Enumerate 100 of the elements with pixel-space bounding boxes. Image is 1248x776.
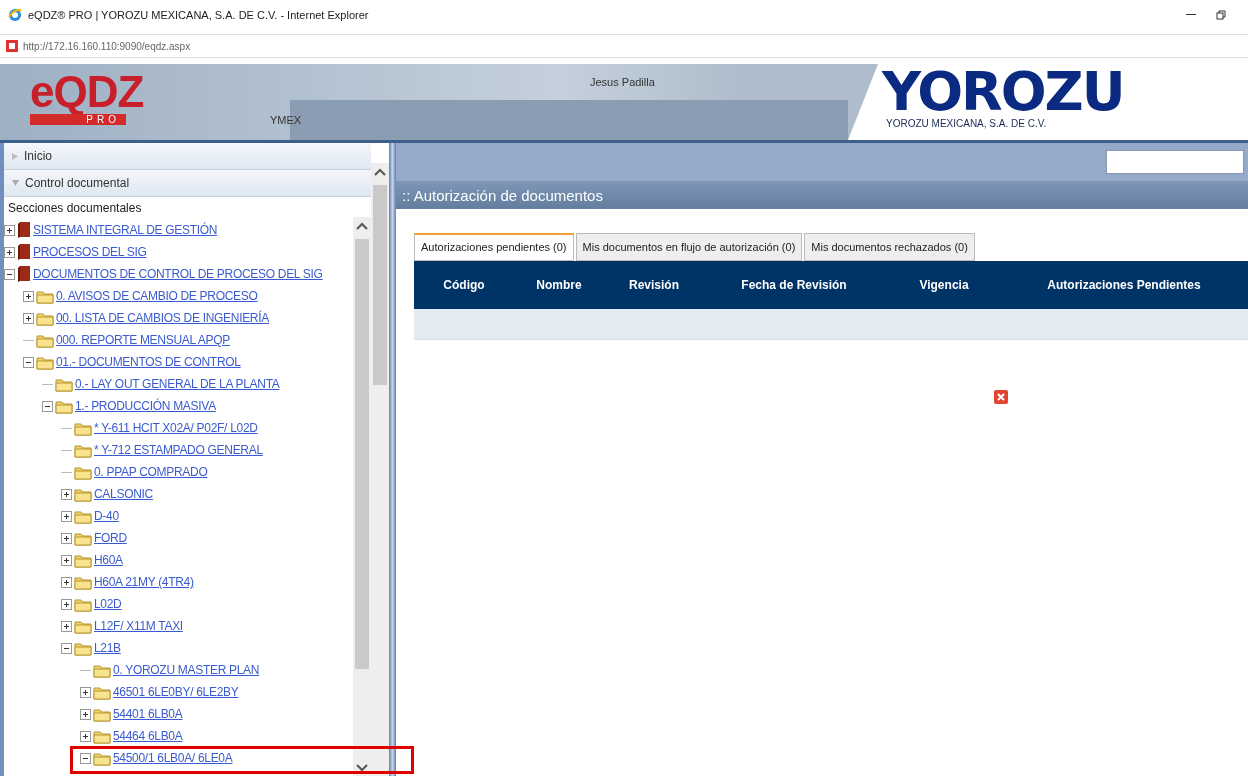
expand-icon[interactable] bbox=[80, 686, 91, 698]
tree-link[interactable]: H60A 21MY (4TR4) bbox=[94, 575, 194, 589]
tree-link[interactable]: 54401 6LB0A bbox=[113, 707, 183, 721]
expand-icon[interactable] bbox=[61, 510, 72, 522]
collapse-icon[interactable] bbox=[80, 752, 91, 764]
scroll-down-button[interactable] bbox=[356, 764, 368, 772]
collapse-icon[interactable] bbox=[23, 356, 34, 368]
expand-icon[interactable] bbox=[61, 620, 72, 632]
section-subtitle: Secciones documentales bbox=[8, 201, 142, 215]
folder-icon bbox=[36, 310, 54, 326]
triangle-down-icon bbox=[12, 180, 19, 186]
tree-link[interactable]: L02D bbox=[94, 597, 122, 611]
tab[interactable]: Mis documentos en flujo de autorización (0) bbox=[575, 233, 803, 261]
book-icon bbox=[17, 221, 31, 239]
accordion-header[interactable]: Control documental bbox=[4, 170, 371, 197]
book-icon bbox=[17, 265, 31, 283]
column-header: Revisión bbox=[628, 278, 680, 292]
folder-icon bbox=[36, 332, 54, 348]
tree-link[interactable]: PROCESOS DEL SIG bbox=[33, 245, 147, 259]
folder-icon bbox=[74, 552, 92, 568]
tree-link[interactable]: CALSONIC bbox=[94, 487, 153, 501]
search-field[interactable] bbox=[1106, 150, 1244, 174]
folder-icon bbox=[93, 750, 111, 766]
restore-button[interactable] bbox=[1216, 10, 1226, 20]
expand-icon[interactable] bbox=[80, 730, 91, 742]
tree-link[interactable]: FORD bbox=[94, 531, 127, 545]
browser-icon bbox=[8, 8, 22, 22]
tab[interactable]: Mis documentos rechazados (0) bbox=[804, 233, 975, 261]
folder-icon bbox=[55, 398, 73, 414]
tree-link[interactable]: 1.- PRODUCCIÓN MASIVA bbox=[75, 399, 216, 413]
scroll-up-button[interactable] bbox=[356, 222, 368, 230]
tree-link[interactable]: D-40 bbox=[94, 509, 119, 523]
book-icon bbox=[17, 243, 31, 261]
folder-icon bbox=[93, 662, 111, 678]
column-header: Nombre bbox=[535, 278, 583, 292]
scrollbar[interactable] bbox=[353, 217, 371, 776]
folder-icon bbox=[74, 574, 92, 590]
folder-icon bbox=[93, 706, 111, 722]
folder-icon bbox=[74, 420, 92, 436]
triangle-right-icon bbox=[12, 152, 18, 160]
tree-link[interactable]: 00. LISTA DE CAMBIOS DE INGENIERÍA bbox=[56, 311, 269, 325]
collapse-icon[interactable] bbox=[42, 400, 53, 412]
tree-link[interactable]: DOCUMENTOS DE CONTROL DE PROCESO DEL SIG bbox=[33, 267, 323, 281]
address-field[interactable]: http://172.16.160.110:9090/eqdz.aspx bbox=[23, 40, 191, 52]
folder-icon bbox=[55, 376, 73, 392]
folder-icon bbox=[36, 354, 54, 370]
expand-icon[interactable] bbox=[80, 708, 91, 720]
column-header: Autorizaciones Pendientes bbox=[1046, 278, 1202, 292]
accordion-header[interactable]: Inicio bbox=[4, 143, 371, 170]
tree-link[interactable]: L12F/ X11M TAXI bbox=[94, 619, 183, 633]
panel-title: :: Autorización de documentos bbox=[402, 186, 603, 204]
folder-icon bbox=[93, 684, 111, 700]
company-logo: YOROZU bbox=[880, 66, 1125, 118]
folder-icon bbox=[93, 728, 111, 744]
page-icon bbox=[6, 40, 18, 52]
tree-link[interactable]: 46501 6LE0BY/ 6LE2BY bbox=[113, 685, 239, 699]
tree-link[interactable]: 0.- LAY OUT GENERAL DE LA PLANTA bbox=[75, 377, 280, 391]
expand-icon[interactable] bbox=[23, 290, 34, 302]
tree-link[interactable]: 0. AVISOS DE CAMBIO DE PROCESO bbox=[56, 289, 258, 303]
folder-icon bbox=[74, 508, 92, 524]
folder-icon bbox=[74, 464, 92, 480]
tree-link[interactable]: 0. PPAP COMPRADO bbox=[94, 465, 208, 479]
error-icon bbox=[994, 390, 1008, 404]
tree-link[interactable]: 000. REPORTE MENSUAL APQP bbox=[56, 333, 230, 347]
expand-icon[interactable] bbox=[61, 598, 72, 610]
app-logo: eQDZ bbox=[30, 70, 145, 114]
tree-link[interactable]: * Y-712 ESTAMPADO GENERAL bbox=[94, 443, 263, 457]
column-header: Fecha de Revisión bbox=[740, 278, 848, 292]
tree-link[interactable]: H60A bbox=[94, 553, 123, 567]
tree-link[interactable]: 54464 6LB0A bbox=[113, 729, 183, 743]
tree-link[interactable]: * Y-611 HCIT X02A/ P02F/ L02D bbox=[94, 421, 258, 435]
folder-icon bbox=[74, 596, 92, 612]
scrollbar[interactable] bbox=[371, 163, 389, 776]
tab[interactable]: Autorizaciones pendientes (0) bbox=[414, 233, 574, 261]
expand-icon[interactable] bbox=[61, 554, 72, 566]
tree-link[interactable]: 54500/1 6LB0A/ 6LE0A bbox=[113, 751, 233, 765]
expand-icon[interactable] bbox=[23, 312, 34, 324]
folder-icon bbox=[74, 486, 92, 502]
tree-link[interactable]: 01.- DOCUMENTOS DE CONTROL bbox=[56, 355, 241, 369]
window-title: eQDZ® PRO | YOROZU MEXICANA, S.A. DE C.V. - Internet Explorer bbox=[28, 9, 369, 21]
expand-icon[interactable] bbox=[61, 532, 72, 544]
folder-icon bbox=[36, 288, 54, 304]
tree-link[interactable]: L21B bbox=[94, 641, 121, 655]
tree-link[interactable]: 0. YOROZU MASTER PLAN bbox=[113, 663, 260, 677]
folder-icon bbox=[74, 618, 92, 634]
minimize-button[interactable] bbox=[1186, 14, 1196, 16]
column-header: Código bbox=[442, 278, 486, 292]
company-name: YOROZU MEXICANA, S.A. DE C.V. bbox=[885, 118, 1048, 129]
plant-name: YMEX bbox=[270, 114, 302, 126]
scroll-up-button[interactable] bbox=[374, 168, 386, 176]
expand-icon[interactable] bbox=[4, 246, 15, 258]
tree-link[interactable]: SISTEMA INTEGRAL DE GESTIÓN bbox=[33, 223, 218, 237]
expand-icon[interactable] bbox=[61, 576, 72, 588]
column-header: Vigencia bbox=[918, 278, 970, 292]
expand-icon[interactable] bbox=[4, 224, 15, 236]
user-name: Jesus Padilla bbox=[590, 76, 655, 88]
collapse-icon[interactable] bbox=[61, 642, 72, 654]
collapse-icon[interactable] bbox=[4, 268, 15, 280]
folder-icon bbox=[74, 530, 92, 546]
expand-icon[interactable] bbox=[61, 488, 72, 500]
